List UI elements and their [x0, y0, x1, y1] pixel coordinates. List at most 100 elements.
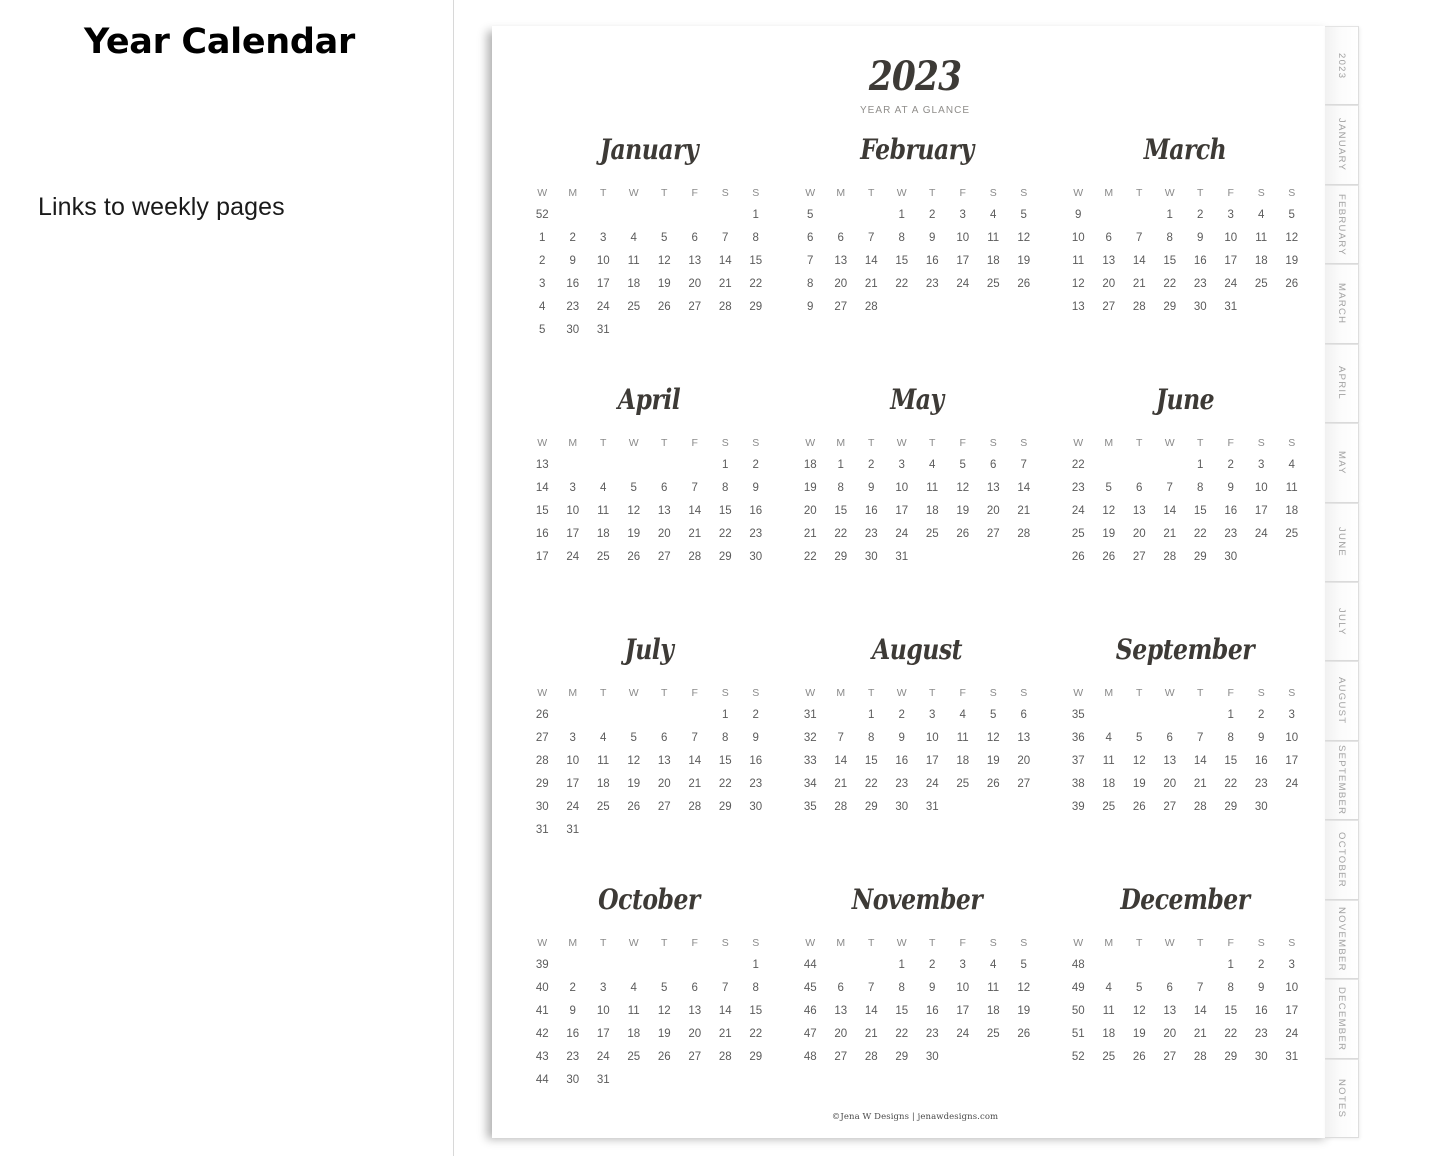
day-cell[interactable]: 15 [856, 749, 887, 772]
day-cell[interactable]: 11 [619, 249, 650, 272]
day-cell[interactable]: 5 [1124, 726, 1155, 749]
day-cell[interactable]: 3 [1277, 953, 1308, 976]
day-cell[interactable]: 3 [917, 703, 948, 726]
day-cell[interactable]: 18 [1094, 772, 1125, 795]
week-number-cell[interactable]: 38 [1063, 772, 1094, 795]
day-cell[interactable]: 12 [619, 749, 650, 772]
day-cell[interactable]: 28 [1009, 522, 1040, 545]
day-cell[interactable]: 24 [948, 1022, 979, 1045]
week-number-cell[interactable]: 35 [795, 795, 826, 818]
week-number-cell[interactable]: 9 [795, 295, 826, 318]
week-number-cell[interactable]: 44 [795, 953, 826, 976]
day-cell[interactable]: 4 [1246, 203, 1277, 226]
week-row[interactable]: 10 6 7 8 9 10 11 12 [1063, 226, 1307, 249]
day-cell[interactable]: 27 [1155, 795, 1186, 818]
day-cell[interactable]: 13 [1124, 499, 1155, 522]
day-cell[interactable]: 6 [978, 453, 1009, 476]
day-cell[interactable]: 28 [856, 1045, 887, 1068]
day-cell[interactable]: 13 [826, 249, 857, 272]
day-cell[interactable]: 5 [1277, 203, 1308, 226]
day-cell[interactable]: 26 [948, 522, 979, 545]
day-cell[interactable]: 30 [1185, 295, 1216, 318]
day-cell[interactable]: 28 [1185, 795, 1216, 818]
day-cell[interactable]: 5 [649, 976, 680, 999]
tab-february[interactable]: FEBRUARY [1325, 184, 1359, 265]
day-cell[interactable]: 14 [1185, 999, 1216, 1022]
day-cell[interactable]: 23 [1185, 272, 1216, 295]
day-cell[interactable]: 26 [619, 795, 650, 818]
week-row[interactable]: 38 18 19 20 21 22 23 24 [1063, 772, 1307, 795]
day-cell[interactable]: 22 [741, 1022, 772, 1045]
day-cell[interactable]: 11 [1246, 226, 1277, 249]
week-row[interactable]: 48 1 2 3 [1063, 953, 1307, 976]
day-cell[interactable]: 16 [1216, 499, 1247, 522]
day-cell[interactable]: 19 [948, 499, 979, 522]
day-cell[interactable]: 10 [588, 999, 619, 1022]
day-cell[interactable]: 9 [917, 976, 948, 999]
week-number-cell[interactable]: 18 [795, 453, 826, 476]
week-row[interactable]: 51 18 19 20 21 22 23 24 [1063, 1022, 1307, 1045]
day-cell[interactable]: 19 [1009, 249, 1040, 272]
day-cell[interactable]: 13 [649, 749, 680, 772]
day-cell[interactable]: 2 [1185, 203, 1216, 226]
day-cell[interactable]: 5 [948, 453, 979, 476]
day-cell[interactable]: 21 [1185, 772, 1216, 795]
day-cell[interactable]: 5 [1124, 976, 1155, 999]
day-cell[interactable]: 22 [710, 522, 741, 545]
day-cell[interactable]: 11 [588, 749, 619, 772]
day-cell[interactable]: 4 [1277, 453, 1308, 476]
week-number-cell[interactable]: 37 [1063, 749, 1094, 772]
day-cell[interactable]: 9 [1246, 976, 1277, 999]
day-cell[interactable]: 3 [1246, 453, 1277, 476]
day-cell[interactable]: 26 [1124, 1045, 1155, 1068]
tab-january[interactable]: JANUARY [1325, 105, 1359, 185]
day-cell[interactable]: 13 [649, 499, 680, 522]
day-cell[interactable]: 18 [588, 522, 619, 545]
week-row[interactable]: 12 20 21 22 23 24 25 26 [1063, 272, 1307, 295]
day-cell[interactable]: 1 [1216, 953, 1247, 976]
day-cell[interactable]: 2 [558, 226, 589, 249]
day-cell[interactable]: 2 [917, 203, 948, 226]
day-cell[interactable]: 22 [1216, 772, 1247, 795]
day-cell[interactable]: 19 [1124, 772, 1155, 795]
day-cell[interactable]: 30 [1246, 1045, 1277, 1068]
day-cell[interactable]: 6 [1124, 476, 1155, 499]
day-cell[interactable]: 1 [856, 703, 887, 726]
day-cell[interactable]: 31 [1277, 1045, 1308, 1068]
day-cell[interactable]: 4 [588, 726, 619, 749]
day-cell[interactable]: 1 [826, 453, 857, 476]
week-row[interactable]: 30 24 25 26 27 28 29 30 [527, 795, 771, 818]
day-cell[interactable]: 21 [1185, 1022, 1216, 1045]
day-cell[interactable]: 18 [917, 499, 948, 522]
month-block-june[interactable]: June W M T W T F S S 22 1 2 3 4 23 5 6 7 8 9 10 11 24 12 13 14 15 1… [1051, 380, 1319, 568]
week-row[interactable]: 52 25 26 27 28 29 30 31 [1063, 1045, 1307, 1068]
day-cell[interactable]: 27 [826, 295, 857, 318]
week-row[interactable]: 33 14 15 16 17 18 19 20 [795, 749, 1039, 772]
week-number-cell[interactable]: 24 [1063, 499, 1094, 522]
week-row[interactable]: 13 27 28 29 30 31 [1063, 295, 1307, 318]
day-cell[interactable]: 14 [856, 999, 887, 1022]
day-cell[interactable]: 30 [856, 545, 887, 568]
day-cell[interactable]: 24 [1277, 772, 1308, 795]
day-cell[interactable]: 13 [680, 999, 711, 1022]
day-cell[interactable]: 21 [856, 1022, 887, 1045]
day-cell[interactable]: 1 [710, 703, 741, 726]
day-cell[interactable]: 14 [680, 499, 711, 522]
day-cell[interactable]: 3 [558, 726, 589, 749]
day-cell[interactable]: 13 [978, 476, 1009, 499]
day-cell[interactable]: 21 [710, 1022, 741, 1045]
week-number-cell[interactable]: 33 [795, 749, 826, 772]
day-cell[interactable]: 15 [1155, 249, 1186, 272]
day-cell[interactable]: 20 [1155, 772, 1186, 795]
day-cell[interactable]: 12 [1094, 499, 1125, 522]
day-cell[interactable]: 5 [649, 226, 680, 249]
day-cell[interactable]: 20 [680, 1022, 711, 1045]
day-cell[interactable]: 25 [588, 795, 619, 818]
day-cell[interactable]: 29 [887, 1045, 918, 1068]
month-block-march[interactable]: March W M T W T F S S 9 1 2 3 4 5 10 6 7 8 9 10 11 12 11 13 14 15 1… [1051, 130, 1319, 318]
week-number-cell[interactable]: 15 [527, 499, 558, 522]
day-cell[interactable]: 14 [710, 999, 741, 1022]
day-cell[interactable]: 10 [588, 249, 619, 272]
week-row[interactable]: 17 24 25 26 27 28 29 30 [527, 545, 771, 568]
day-cell[interactable]: 9 [1246, 726, 1277, 749]
